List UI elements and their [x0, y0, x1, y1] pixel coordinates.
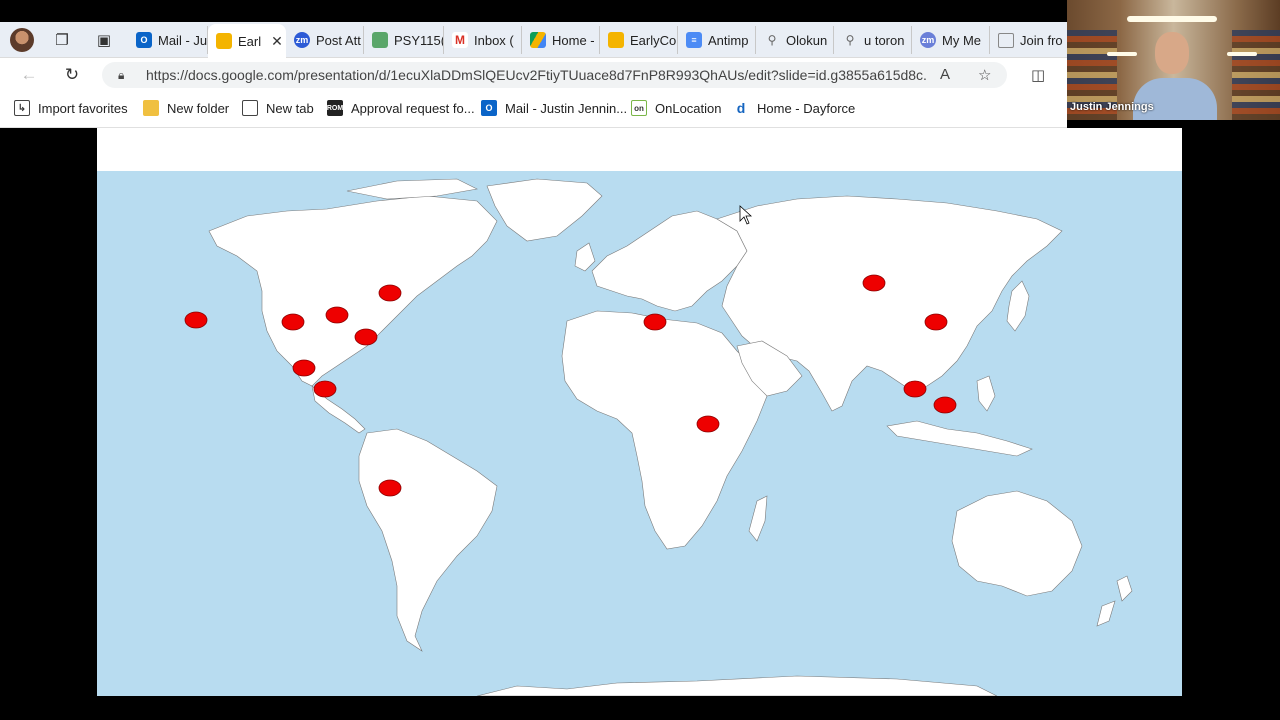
workspaces-icon[interactable]: ❐ [52, 30, 72, 50]
tab-label: My Me [942, 32, 981, 48]
tab-docs[interactable]: ≡ Antimp [678, 26, 756, 54]
bookmark-import-favorites[interactable]: ↳ Import favorites [14, 100, 128, 116]
andes-marker[interactable] [378, 479, 402, 497]
title-bar [0, 0, 1067, 22]
east-africa-marker[interactable] [696, 415, 720, 433]
bookmark-label: OnLocation [655, 100, 722, 116]
north-america-central-marker[interactable] [325, 306, 349, 324]
north-america-northeast-marker[interactable] [378, 284, 402, 302]
docs-icon: ≡ [686, 32, 702, 48]
bookmark-label: New folder [167, 100, 230, 116]
southeast-asia-east-marker[interactable] [933, 396, 957, 414]
gmail-icon: M [452, 32, 468, 48]
tab-join[interactable]: Join fro [990, 26, 1067, 54]
bookmark-label: Import favorites [38, 100, 128, 116]
split-screen-icon[interactable]: ◫ [1031, 66, 1045, 84]
bookmark-label: Mail - Justin Jennin... [505, 100, 628, 116]
mesoamerica-marker[interactable] [313, 380, 337, 398]
slides-icon [608, 32, 624, 48]
tab-search-olokun[interactable]: ⚲ Olokun [756, 26, 834, 54]
tab-gmail[interactable]: M Inbox ( [444, 26, 522, 54]
zoom-icon: zm [294, 32, 310, 48]
bookmark-new-tab[interactable]: New tab [242, 100, 314, 116]
close-icon[interactable]: ✕ [271, 33, 283, 50]
tab-psy115[interactable]: PSY115( [364, 26, 444, 54]
mediterranean-marker[interactable] [643, 313, 667, 331]
url-text: https://docs.google.com/presentation/d/1… [146, 67, 926, 83]
north-america-southeast-marker[interactable] [354, 328, 378, 346]
bookmark-label: Home - Dayforce [757, 100, 856, 116]
tab-slides[interactable]: EarlyCo [600, 26, 678, 54]
north-america-west-marker[interactable] [281, 313, 305, 331]
central-asia-marker[interactable] [862, 274, 886, 292]
tab-actions-icon[interactable]: ▣ [94, 30, 114, 50]
tab-slides-active[interactable]: Earl ✕ [208, 24, 286, 58]
ceiling-light [1127, 16, 1217, 22]
bookmark-mail[interactable]: O Mail - Justin Jennin... [481, 100, 627, 116]
bookmark-dayforce[interactable]: d Home - Dayforce [733, 100, 856, 116]
browser-window: ❐ ▣ O Mail - Ju Earl ✕ zm Post Att PSY11… [0, 0, 1067, 128]
url-field[interactable]: 🔒︎ https://docs.google.com/presentation/… [102, 62, 1007, 88]
outlook-icon: O [136, 32, 152, 48]
tab-label: Join fro [1020, 32, 1063, 48]
refresh-button[interactable]: ↻ [61, 64, 83, 86]
tab-label: u toron [864, 32, 905, 48]
tab-label: Post Att [316, 32, 361, 48]
ceiling-light [1227, 52, 1257, 56]
bookmark-label: New tab [266, 100, 314, 116]
mexico-marker[interactable] [292, 359, 316, 377]
search-icon: ⚲ [767, 33, 777, 47]
drive-icon [530, 32, 546, 48]
participant-head [1155, 32, 1189, 74]
slide[interactable] [97, 128, 1182, 696]
bookmark-onlocation[interactable]: on OnLocation [631, 100, 722, 116]
bookshelf [1232, 30, 1280, 120]
tab-search-utoronto[interactable]: ⚲ u toron [834, 26, 912, 54]
tab-zoom-meeting[interactable]: zm My Me [912, 26, 990, 54]
bookmark-label: Approval request fo... [351, 100, 475, 116]
tab-bar: ❐ ▣ O Mail - Ju Earl ✕ zm Post Att PSY11… [0, 0, 1067, 58]
import-icon: ↳ [14, 100, 30, 116]
dayforce-icon: d [736, 100, 746, 116]
tab-label: Earl [238, 33, 262, 49]
ceiling-light [1107, 52, 1137, 56]
slides-icon [216, 33, 232, 49]
profile-avatar[interactable] [10, 28, 34, 52]
participant-name: Justin Jennings [1070, 101, 1154, 113]
back-button[interactable]: ← [18, 64, 40, 86]
onlocation-icon: on [631, 100, 647, 116]
tab-label: Home - [552, 32, 595, 48]
world-map [97, 171, 1182, 696]
outlook-icon: O [481, 100, 497, 116]
china-marker[interactable] [924, 313, 948, 331]
pacific-marker[interactable] [184, 311, 208, 329]
tab-label: PSY115( [394, 32, 444, 48]
bookmark-approval[interactable]: ROM Approval request fo... [327, 100, 475, 116]
tab-label: Inbox ( [474, 32, 514, 48]
tab-label: Antimp [708, 32, 749, 48]
search-icon: ⚲ [845, 33, 855, 47]
favorite-star-icon[interactable]: ☆ [978, 66, 991, 84]
folder-icon [143, 100, 159, 116]
tab-label: Olokun [786, 32, 828, 48]
tab-label: EarlyCo [630, 32, 677, 48]
participant-body [1133, 78, 1217, 120]
sheet-icon [372, 32, 388, 48]
lock-icon: 🔒︎ [118, 68, 125, 82]
rom-icon: ROM [327, 100, 343, 116]
newtab-icon [242, 100, 258, 116]
tab-drive[interactable]: Home - [522, 26, 600, 54]
read-aloud-icon[interactable]: A [940, 66, 950, 83]
southeast-asia-west-marker[interactable] [903, 380, 927, 398]
zoom-icon: zm [920, 32, 936, 48]
tab-mail[interactable]: O Mail - Ju [128, 26, 208, 54]
tab-zoom-post[interactable]: zm Post Att [286, 26, 364, 54]
bookmark-new-folder[interactable]: New folder [143, 100, 229, 116]
tab-label: Mail - Ju [158, 32, 208, 48]
page-icon [998, 32, 1014, 48]
